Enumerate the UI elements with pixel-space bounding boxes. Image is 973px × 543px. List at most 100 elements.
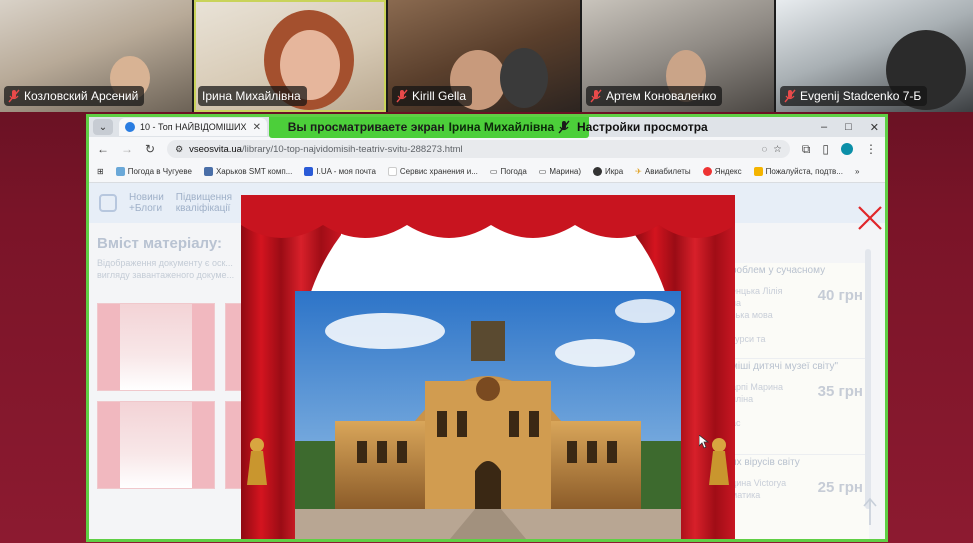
bookmark-label: Сервис хранения и... <box>399 167 478 176</box>
course-author: арпі Марина пліна ас <box>731 382 783 428</box>
bookmark-favicon-icon <box>203 167 213 176</box>
bookmark-item[interactable]: Погода в Чугуеве <box>115 167 192 176</box>
folder-icon: ▭ <box>489 167 498 176</box>
bookmark-item[interactable]: Яндекс <box>702 167 742 176</box>
url-input[interactable]: ⚙ vseosvita.ua/library/10-top-najvidomis… <box>167 140 790 158</box>
url-host: vseosvita.ua <box>189 143 242 155</box>
plane-icon: ✈ <box>635 167 642 176</box>
participant-tile[interactable]: Козловский Арсений <box>0 0 192 112</box>
participant-tile[interactable]: Артем Коноваленко <box>582 0 774 112</box>
participant-tile[interactable]: Kirill Gella <box>388 0 580 112</box>
bookmark-folder[interactable]: ▭ Марина) <box>539 167 581 176</box>
bookmark-label: Марина) <box>549 167 581 176</box>
course-author: дина Victorya матика <box>731 478 787 500</box>
folder-icon: ▭ <box>538 167 547 176</box>
slide-thumbnail[interactable] <box>97 401 215 489</box>
mic-muted-icon <box>558 120 570 134</box>
maximize-button[interactable]: □ <box>845 121 852 133</box>
participant-label: Evgenij Stadcenko 7-Б <box>780 86 928 106</box>
more-bookmarks-icon[interactable]: » <box>855 167 859 176</box>
forward-icon[interactable]: → <box>121 142 133 156</box>
bookmark-item[interactable]: Пожалуйста, подтв... <box>753 167 843 176</box>
participant-label: Ірина Михайлівна <box>198 86 307 106</box>
participant-label: Kirill Gella <box>392 86 473 106</box>
minimize-button[interactable]: – <box>821 121 827 133</box>
courses-sidebar: роблем у сучасному енцька Лілія на ська … <box>729 263 869 539</box>
apps-icon[interactable]: ⊞ <box>97 167 104 176</box>
participant-name: Kirill Gella <box>412 89 467 103</box>
address-bar-row: ← → ↻ ⚙ vseosvita.ua/library/10-top-najv… <box>89 137 885 161</box>
course-price: 40 грн <box>817 287 863 304</box>
bookmarks-bar: ⊞ Погода в Чугуеве Харьков SMT комп... I… <box>89 161 885 183</box>
tab-title: 10 - Топ НАЙВІДОМІШИХ ТЕ <box>140 122 248 132</box>
bookmark-item[interactable]: Сервис хранения и... <box>387 167 478 176</box>
back-icon[interactable]: ← <box>97 142 109 156</box>
mic-muted-icon <box>590 89 602 103</box>
browser-tab[interactable]: 10 - Топ НАЙВІДОМІШИХ ТЕ ✕ <box>119 118 267 136</box>
bookmark-folder[interactable]: ▭ Погода <box>490 167 527 176</box>
profile-avatar[interactable] <box>841 143 853 155</box>
participant-label: Козловский Арсений <box>4 86 145 106</box>
share-banner-prefix: Вы просматриваете экран <box>287 120 445 134</box>
bookmark-item[interactable]: Харьков SMT комп... <box>203 167 293 176</box>
tab-close-icon[interactable]: ✕ <box>253 122 261 133</box>
weather-icon <box>115 167 125 176</box>
browser-titlebar: ⌄ 10 - Топ НАЙВІДОМІШИХ ТЕ ✕ + Вы просма… <box>89 117 885 138</box>
bookmark-label: Пожалуйста, подтв... <box>765 167 843 176</box>
participant-video <box>500 48 548 108</box>
bookmark-label: Погода <box>500 167 527 176</box>
scroll-top-icon[interactable] <box>863 497 877 527</box>
extensions-icon[interactable]: ⧉ <box>802 142 811 157</box>
course-title: их вірусів світу <box>731 457 800 468</box>
mouse-cursor-icon <box>699 435 709 449</box>
course-card[interactable]: міші дитячі музеї світу" арпі Марина плі… <box>729 359 869 455</box>
participant-tile[interactable]: Evgenij Stadcenko 7-Б <box>776 0 973 112</box>
participant-name: Козловский Арсений <box>24 89 139 103</box>
sidebar-scrollbar[interactable] <box>865 249 871 509</box>
participant-tile[interactable]: Ірина Михайлівна <box>194 0 386 112</box>
url-path: /library/10-top-najvidomisih-teatriv-svi… <box>241 143 463 155</box>
tab-favicon-icon <box>125 122 135 132</box>
course-title: роблем у сучасному <box>731 265 826 276</box>
bookmark-star-icon[interactable]: ☆ <box>773 144 782 155</box>
screen-share-banner: Вы просматриваете экран Ірина Михайлівна <box>269 117 589 138</box>
bookmark-item[interactable]: Икра <box>593 167 623 176</box>
web-page: Новини +Блоги Підвищення кваліфікації Вм… <box>89 183 885 539</box>
eye-off-icon[interactable]: ◌ <box>762 144 768 155</box>
theater-photo <box>295 291 681 539</box>
bookmark-label: Яндекс <box>714 167 742 176</box>
slide-thumbnail[interactable] <box>97 303 215 391</box>
course-author: енцька Лілія на ська мова курси та <box>731 286 783 344</box>
view-settings-button[interactable]: Настройки просмотра <box>577 117 708 137</box>
browser-menu-icon[interactable]: ⋮ <box>865 142 877 156</box>
site-logo-icon[interactable] <box>99 194 117 212</box>
reload-icon[interactable]: ↻ <box>145 142 155 156</box>
participant-name: Ірина Михайлівна <box>202 89 301 103</box>
close-window-button[interactable]: ✕ <box>870 121 879 134</box>
nav-qualification[interactable]: Підвищення кваліфікації <box>176 192 232 214</box>
slide-viewer <box>241 195 735 539</box>
bookmark-favicon-icon <box>753 167 763 176</box>
curtain-valance-icon <box>241 195 735 238</box>
material-heading: Вміст матеріалу: <box>97 235 223 252</box>
site-info-icon[interactable]: ⚙ <box>175 144 183 155</box>
close-slide-icon[interactable] <box>857 205 883 231</box>
sidebar-icon[interactable]: ▯ <box>822 142 829 156</box>
bookmark-label: Харьков SMT комп... <box>215 167 293 176</box>
participant-name: Артем Коноваленко <box>606 89 717 103</box>
nav-news[interactable]: Новини +Блоги <box>129 192 164 214</box>
material-description: Відображення документу є оск... вигляду … <box>97 258 235 280</box>
course-title: міші дитячі музеї світу" <box>731 361 839 372</box>
course-card[interactable]: их вірусів світу дина Victorya матика 25… <box>729 455 869 539</box>
participant-label: Артем Коноваленко <box>586 86 723 106</box>
bookmark-favicon-icon <box>593 167 602 176</box>
bookmark-favicon-icon <box>387 167 397 176</box>
course-card[interactable]: роблем у сучасному енцька Лілія на ська … <box>729 263 869 359</box>
bookmark-label: I.UA - моя почта <box>316 167 376 176</box>
bookmark-label: Авиабилеты <box>644 167 691 176</box>
window-controls: – □ ✕ <box>821 117 879 137</box>
bookmark-item[interactable]: I.UA - моя почта <box>304 167 376 176</box>
bookmark-item[interactable]: ✈ Авиабилеты <box>635 167 691 176</box>
tab-search-button[interactable]: ⌄ <box>93 119 113 135</box>
course-price: 35 грн <box>817 383 863 400</box>
